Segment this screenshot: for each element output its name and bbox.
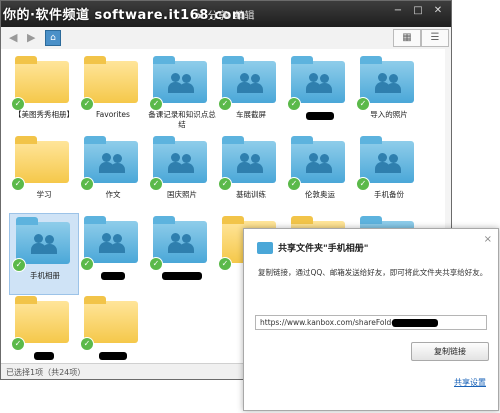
folder-item[interactable]: ✓ 导入的照片 bbox=[354, 53, 424, 135]
folder-label: 车展截屏 bbox=[236, 110, 266, 119]
dialog-title: 共享文件夹"手机相册" bbox=[278, 244, 369, 254]
sync-check-icon: ✓ bbox=[356, 97, 370, 111]
shared-folder-icon bbox=[84, 216, 138, 263]
shared-folder-icon bbox=[360, 56, 414, 103]
minimize-button[interactable]: − bbox=[389, 4, 407, 18]
shared-folder-icon bbox=[84, 136, 138, 183]
shared-folder-icon bbox=[291, 56, 345, 103]
folder-icon bbox=[84, 56, 138, 103]
sync-check-icon: ✓ bbox=[149, 97, 163, 111]
window-controls: − □ ✕ bbox=[389, 4, 447, 18]
sync-check-icon: ✓ bbox=[218, 177, 232, 191]
edit-label: 编辑 bbox=[234, 11, 255, 22]
folder-item[interactable]: ✓ 手机备份 bbox=[354, 133, 424, 215]
folder-label: 手机备份 bbox=[374, 190, 404, 199]
folder-item[interactable]: ✓ 备课记录和知识点总结 bbox=[147, 53, 217, 135]
folder-item[interactable]: ✓ 车展截屏 bbox=[216, 53, 286, 135]
folder-item[interactable]: ✓ 【美图秀秀相册】 bbox=[9, 53, 79, 135]
folder-label: 【美图秀秀相册】 bbox=[14, 110, 74, 119]
sync-check-icon: ✓ bbox=[218, 257, 232, 271]
folder-icon bbox=[84, 296, 138, 343]
list-view-icon[interactable]: ☰ bbox=[421, 29, 449, 47]
thumbnail-view-icon[interactable]: ▦ bbox=[393, 29, 421, 47]
folder-item[interactable]: ✓ Favorites bbox=[78, 53, 148, 135]
folder-item[interactable]: ✓ bbox=[285, 53, 355, 135]
folder-item[interactable]: ✓ 作文 bbox=[78, 133, 148, 215]
folder-item[interactable]: ✓ bbox=[147, 213, 217, 295]
shared-folder-icon bbox=[222, 136, 276, 183]
folder-label: 手机相册 bbox=[30, 271, 60, 280]
redaction-mark bbox=[162, 272, 202, 280]
home-icon[interactable]: ⌂ bbox=[45, 30, 61, 46]
maximize-button[interactable]: □ bbox=[409, 4, 427, 18]
folder-icon bbox=[15, 56, 69, 103]
folder-item[interactable]: ✓ bbox=[78, 213, 148, 295]
sync-check-icon: ✓ bbox=[149, 177, 163, 191]
sync-check-icon: ✓ bbox=[11, 337, 25, 351]
redaction-mark bbox=[34, 352, 54, 360]
folder-label: Favorites bbox=[96, 110, 130, 119]
sync-check-icon: ✓ bbox=[80, 97, 94, 111]
sync-check-icon: ✓ bbox=[287, 97, 301, 111]
sync-check-icon: ✓ bbox=[11, 177, 25, 191]
shared-folder-icon bbox=[16, 217, 70, 264]
shared-folder-icon bbox=[257, 242, 273, 254]
sync-check-icon: ✓ bbox=[12, 258, 26, 272]
close-window-button[interactable]: ✕ bbox=[429, 4, 447, 18]
sync-check-icon: ✓ bbox=[287, 177, 301, 191]
sync-check-icon: ✓ bbox=[80, 257, 94, 271]
folder-item[interactable]: ✓ 伦敦奥运 bbox=[285, 133, 355, 215]
sync-check-icon: ✓ bbox=[356, 177, 370, 191]
arrow-right-icon[interactable]: ▶ bbox=[27, 31, 35, 44]
share-settings-link[interactable]: 共享设置 bbox=[454, 377, 486, 388]
copy-link-button[interactable]: 复制链接 bbox=[411, 342, 489, 361]
arrow-left-icon[interactable]: ◀ bbox=[9, 31, 17, 44]
folder-label: 国庆照片 bbox=[167, 190, 197, 199]
edit-button[interactable]: ✎ 编辑 bbox=[223, 7, 255, 22]
redaction-mark bbox=[392, 319, 438, 327]
shared-folder-icon bbox=[153, 136, 207, 183]
redaction-mark bbox=[99, 352, 127, 360]
share-folder-dialog: 共享文件夹"手机相册" × 复制链接，通过QQ、邮箱发送给好友，即可将此文件夹共… bbox=[243, 228, 499, 411]
navigation-toolbar: ◀ ▶ ⌂ ▦ ☰ bbox=[1, 27, 451, 50]
redaction-mark bbox=[306, 112, 334, 120]
folder-label: 基础训练 bbox=[236, 190, 266, 199]
shared-folder-icon bbox=[153, 56, 207, 103]
folder-label: 学习 bbox=[36, 190, 52, 199]
folder-item[interactable]: ✓ 手机相册 bbox=[9, 213, 79, 295]
folder-label: 伦敦奥运 bbox=[305, 190, 335, 199]
folder-icon bbox=[15, 136, 69, 183]
sync-check-icon: ✓ bbox=[218, 97, 232, 111]
folder-item[interactable]: ✓ 学习 bbox=[9, 133, 79, 215]
redaction-mark bbox=[101, 272, 125, 280]
share-link-field[interactable] bbox=[255, 315, 487, 330]
shared-folder-icon bbox=[360, 136, 414, 183]
shared-folder-icon bbox=[153, 216, 207, 263]
title-bar: 你的·软件频道 software.it168.com ➤ 分享 ✎ 编辑 − □… bbox=[1, 1, 451, 27]
shared-folder-icon bbox=[222, 56, 276, 103]
close-icon[interactable]: × bbox=[484, 234, 492, 245]
folder-label: 导入的照片 bbox=[370, 110, 408, 119]
folder-label: 作文 bbox=[105, 190, 121, 199]
sync-check-icon: ✓ bbox=[149, 257, 163, 271]
dialog-description: 复制链接，通过QQ、邮箱发送给好友，即可将此文件夹共享给好友。 bbox=[258, 268, 488, 277]
sync-check-icon: ✓ bbox=[80, 177, 94, 191]
sync-check-icon: ✓ bbox=[80, 337, 94, 351]
folder-item[interactable]: ✓ 基础训练 bbox=[216, 133, 286, 215]
shared-folder-icon bbox=[291, 136, 345, 183]
folder-item[interactable]: ✓ 国庆照片 bbox=[147, 133, 217, 215]
folder-icon bbox=[15, 296, 69, 343]
sync-check-icon: ✓ bbox=[11, 97, 25, 111]
folder-label: 备课记录和知识点总结 bbox=[148, 110, 216, 129]
